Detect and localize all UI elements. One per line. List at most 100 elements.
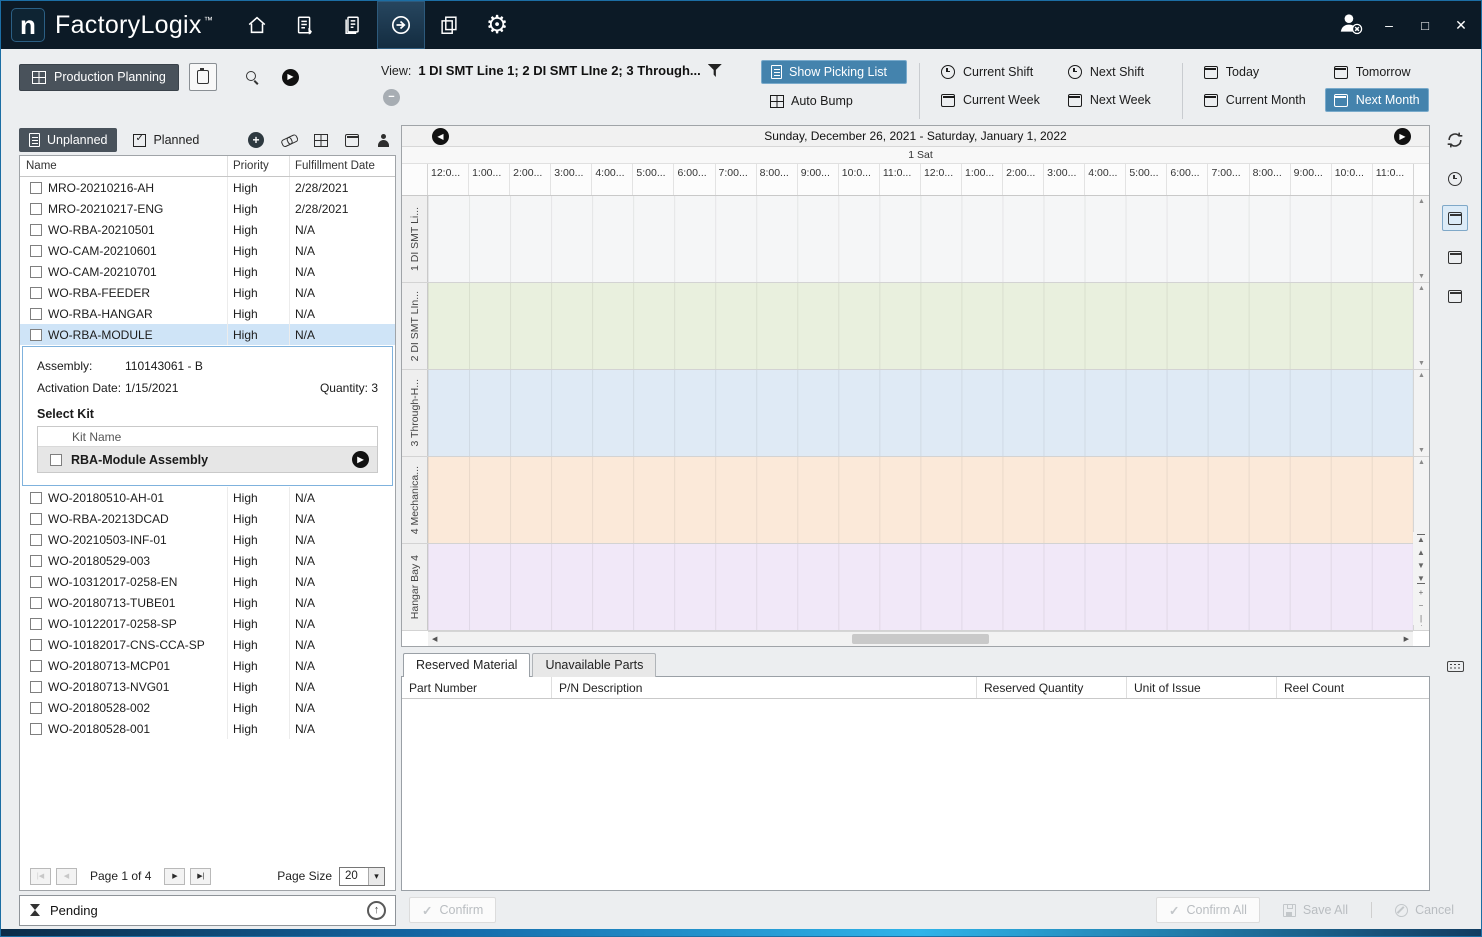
go-icon[interactable] xyxy=(282,69,299,86)
table-row[interactable]: WO-20180713-MCP01 High N/A xyxy=(20,655,395,676)
row-checkbox[interactable] xyxy=(30,308,42,320)
remove-view-icon[interactable] xyxy=(383,89,400,106)
row-scrollbar[interactable] xyxy=(1413,283,1429,369)
pager-last-button[interactable] xyxy=(190,868,211,885)
row-checkbox[interactable] xyxy=(30,513,42,525)
column-header-unit-of-issue[interactable]: Unit of Issue xyxy=(1127,677,1277,698)
schedule-row-band[interactable] xyxy=(428,196,1413,282)
current-shift-button[interactable]: Current Shift xyxy=(932,60,1049,84)
table-row[interactable]: WO-20180529-003 High N/A xyxy=(20,550,395,571)
column-header-part-number[interactable]: Part Number xyxy=(402,677,552,698)
maximize-button[interactable] xyxy=(1415,17,1435,33)
minimize-button[interactable] xyxy=(1379,17,1399,33)
current-month-button[interactable]: Current Month xyxy=(1195,88,1315,112)
confirm-all-button[interactable]: Confirm All xyxy=(1156,897,1260,923)
row-scroll-down-icon[interactable] xyxy=(1418,447,1425,454)
scrollbar-thumb[interactable] xyxy=(852,634,990,644)
schedule-row-band[interactable] xyxy=(428,283,1413,369)
schedule-row-band[interactable] xyxy=(428,370,1413,456)
row-checkbox[interactable] xyxy=(30,597,42,609)
scroll-down-icon[interactable] xyxy=(1417,561,1425,570)
row-checkbox[interactable] xyxy=(30,555,42,567)
tab-reserved-material[interactable]: Reserved Material xyxy=(403,653,530,677)
scheduling-icon[interactable] xyxy=(377,1,425,49)
settings-gear-icon[interactable]: ⚙ xyxy=(473,1,521,49)
row-checkbox[interactable] xyxy=(30,492,42,504)
home-icon[interactable] xyxy=(233,1,281,49)
column-header-reserved-quantity[interactable]: Reserved Quantity xyxy=(977,677,1127,698)
zoom-in-icon[interactable]: + xyxy=(1419,588,1424,597)
scroll-left-icon[interactable] xyxy=(432,635,437,643)
row-checkbox[interactable] xyxy=(30,576,42,588)
calendar-check-icon[interactable] xyxy=(345,134,359,147)
row-scrollbar[interactable] xyxy=(1413,196,1429,282)
column-header-name[interactable]: Name xyxy=(20,156,228,176)
row-scroll-down-icon[interactable] xyxy=(1418,273,1425,280)
cursor-marker-icon[interactable]: | xyxy=(1420,614,1422,623)
current-week-button[interactable]: Current Week xyxy=(932,88,1049,112)
close-button[interactable] xyxy=(1451,17,1471,34)
column-header-fulfillment-date[interactable]: Fulfillment Date xyxy=(290,156,395,176)
tab-unavailable-parts[interactable]: Unavailable Parts xyxy=(532,653,656,677)
column-header-pn-description[interactable]: P/N Description xyxy=(552,677,977,698)
view-value[interactable]: 1 DI SMT Line 1; 2 DI SMT LIne 2; 3 Thro… xyxy=(418,63,700,78)
table-row[interactable]: WO-20180528-002 High N/A xyxy=(20,697,395,718)
confirm-button[interactable]: Confirm xyxy=(409,897,496,923)
kit-go-icon[interactable] xyxy=(352,451,369,468)
schedule-row-band[interactable] xyxy=(428,457,1413,543)
pager-first-button[interactable] xyxy=(30,868,51,885)
horizontal-scrollbar[interactable] xyxy=(428,631,1413,646)
legend-icon[interactable] xyxy=(1442,653,1468,679)
scroll-top-icon[interactable] xyxy=(1417,534,1425,544)
table-row[interactable]: WO-10122017-0258-SP High N/A xyxy=(20,613,395,634)
time-view-icon[interactable] xyxy=(1442,166,1468,192)
cancel-button[interactable]: Cancel xyxy=(1382,897,1467,923)
auto-bump-button[interactable]: Auto Bump xyxy=(761,90,907,112)
pager-previous-button[interactable] xyxy=(56,868,77,885)
table-row[interactable]: WO-RBA-FEEDER High N/A xyxy=(20,282,395,303)
tomorrow-button[interactable]: Tomorrow xyxy=(1325,60,1429,84)
next-month-button[interactable]: Next Month xyxy=(1325,88,1429,112)
page-size-select[interactable]: 20 xyxy=(339,867,385,886)
previous-period-icon[interactable] xyxy=(432,128,449,145)
show-picking-list-button[interactable]: Show Picking List xyxy=(761,60,907,84)
column-header-reel-count[interactable]: Reel Count xyxy=(1277,677,1429,698)
table-row[interactable]: WO-RBA-20210501 High N/A xyxy=(20,219,395,240)
row-checkbox[interactable] xyxy=(30,534,42,546)
table-row[interactable]: WO-CAM-20210601 High N/A xyxy=(20,240,395,261)
table-row[interactable]: MRO-20210217-ENG High 2/28/2021 xyxy=(20,198,395,219)
row-scrollbar[interactable] xyxy=(1413,370,1429,456)
row-checkbox[interactable] xyxy=(30,245,42,257)
table-row[interactable]: WO-RBA-MODULE High N/A xyxy=(20,324,395,345)
person-icon[interactable] xyxy=(376,133,390,147)
tab-planned[interactable]: Planned xyxy=(123,128,209,152)
pending-bar[interactable]: Pending xyxy=(19,895,396,926)
row-scrollbar[interactable] xyxy=(1413,457,1429,543)
table-row[interactable]: WO-10182017-CNS-CCA-SP High N/A xyxy=(20,634,395,655)
row-scroll-up-icon[interactable] xyxy=(1418,198,1425,205)
table-row[interactable]: WO-20180713-NVG01 High N/A xyxy=(20,676,395,697)
day-view-icon[interactable] xyxy=(1442,205,1468,231)
zoom-out-icon[interactable]: − xyxy=(1419,601,1424,610)
table-row[interactable]: WO-20210503-INF-01 High N/A xyxy=(20,529,395,550)
documents-icon[interactable] xyxy=(329,1,377,49)
add-icon[interactable] xyxy=(248,132,264,148)
row-scroll-down-icon[interactable] xyxy=(1418,360,1425,367)
row-checkbox[interactable] xyxy=(30,681,42,693)
kit-row[interactable]: RBA-Module Assembly xyxy=(38,447,377,472)
filter-icon[interactable] xyxy=(708,64,722,77)
row-checkbox[interactable] xyxy=(30,182,42,194)
tab-unplanned[interactable]: Unplanned xyxy=(19,128,117,152)
link-icon[interactable] xyxy=(279,132,298,149)
row-checkbox[interactable] xyxy=(30,329,42,341)
refresh-schedule-icon[interactable] xyxy=(1442,127,1468,153)
row-scroll-up-icon[interactable] xyxy=(1418,372,1425,379)
row-checkbox[interactable] xyxy=(30,224,42,236)
week-view-icon[interactable] xyxy=(1442,244,1468,270)
schedule-row-band[interactable] xyxy=(428,544,1413,630)
table-icon[interactable] xyxy=(314,134,328,147)
expand-pending-icon[interactable] xyxy=(367,901,386,920)
user-logout-icon[interactable] xyxy=(1337,10,1363,41)
reports-icon[interactable] xyxy=(425,1,473,49)
next-period-icon[interactable] xyxy=(1394,128,1411,145)
